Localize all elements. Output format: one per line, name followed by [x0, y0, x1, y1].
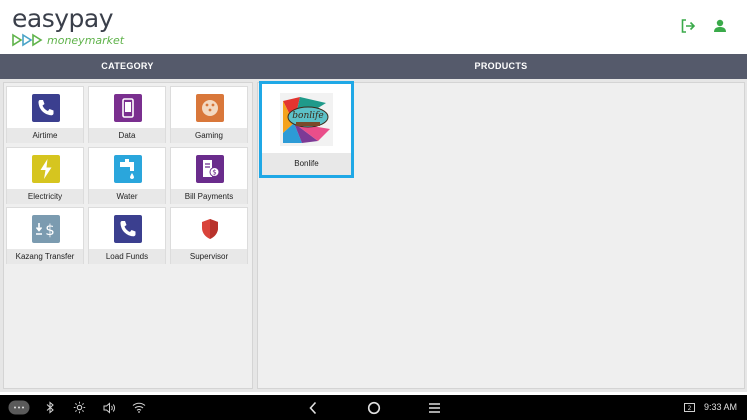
- bonlife-logo-text: bonlife: [292, 111, 323, 121]
- logout-icon[interactable]: [680, 18, 696, 34]
- category-tile-supervisor[interactable]: Supervisor: [170, 207, 248, 264]
- category-tile-bill-payments[interactable]: $ Bill Payments: [170, 147, 248, 204]
- category-tile-load-funds[interactable]: Load Funds: [88, 207, 166, 264]
- wifi-icon[interactable]: [131, 400, 146, 415]
- lightning-icon: [32, 155, 60, 183]
- brightness-icon[interactable]: [72, 400, 86, 415]
- mobile-data-icon: [114, 94, 142, 122]
- category-tile-airtime[interactable]: Airtime: [6, 86, 84, 143]
- clock-time: 9:33 AM: [704, 402, 738, 412]
- category-label: Water: [89, 189, 165, 204]
- screen-icon[interactable]: 2: [683, 400, 695, 415]
- category-label: Electricity: [7, 189, 83, 204]
- category-label: Data: [89, 128, 165, 143]
- user-icon[interactable]: [712, 18, 728, 34]
- easypay-logo: easypay moneymarket: [12, 4, 124, 47]
- category-label: Bill Payments: [171, 189, 247, 204]
- more-icon[interactable]: [8, 400, 30, 415]
- column-header-bar: CATEGORY PRODUCTS: [0, 54, 747, 79]
- svg-text:2: 2: [687, 405, 691, 412]
- water-tap-icon: [114, 155, 142, 183]
- category-column-title: CATEGORY: [101, 61, 154, 71]
- back-icon[interactable]: [306, 400, 320, 415]
- category-label: Kazang Transfer: [7, 249, 83, 264]
- phone-icon: [114, 215, 142, 243]
- category-tile-gaming[interactable]: Gaming: [170, 86, 248, 143]
- category-tile-kazang-transfer[interactable]: $ Kazang Transfer: [6, 207, 84, 264]
- android-system-bar: 2 9:33 AM: [0, 395, 747, 420]
- chevrons-logo-icon: [12, 33, 43, 47]
- category-tile-data[interactable]: Data: [88, 86, 166, 143]
- bluetooth-icon[interactable]: [44, 400, 56, 415]
- svg-text:$: $: [45, 221, 55, 239]
- category-tile-water[interactable]: Water: [88, 147, 166, 204]
- svg-text:$: $: [212, 169, 216, 177]
- category-label: Airtime: [7, 128, 83, 143]
- phone-icon: [32, 94, 60, 122]
- product-label: Bonlife: [262, 153, 351, 175]
- category-label: Load Funds: [89, 249, 165, 264]
- volume-icon[interactable]: [102, 400, 116, 415]
- app-header: easypay moneymarket: [0, 0, 747, 54]
- bonlife-logo-icon: bonlife: [280, 93, 333, 146]
- transfer-icon: $: [32, 215, 60, 243]
- category-label: Gaming: [171, 128, 247, 143]
- logo-sub-text: moneymarket: [47, 33, 125, 47]
- bill-icon: $: [196, 155, 224, 183]
- category-label: Supervisor: [171, 249, 247, 264]
- logo-main-text: easypay: [12, 4, 114, 33]
- product-tile-bonlife[interactable]: bonlife Bonlife: [259, 81, 354, 178]
- category-tile-electricity[interactable]: Electricity: [6, 147, 84, 204]
- home-icon[interactable]: [366, 400, 381, 415]
- products-column-title: PRODUCTS: [474, 61, 528, 71]
- shield-icon: [196, 215, 224, 243]
- app-root: easypay moneymarket CATEGORY PRODUCTS Ai…: [0, 0, 747, 420]
- dice-icon: [196, 94, 224, 122]
- menu-icon[interactable]: [427, 400, 442, 415]
- logo-sub: moneymarket: [12, 33, 124, 47]
